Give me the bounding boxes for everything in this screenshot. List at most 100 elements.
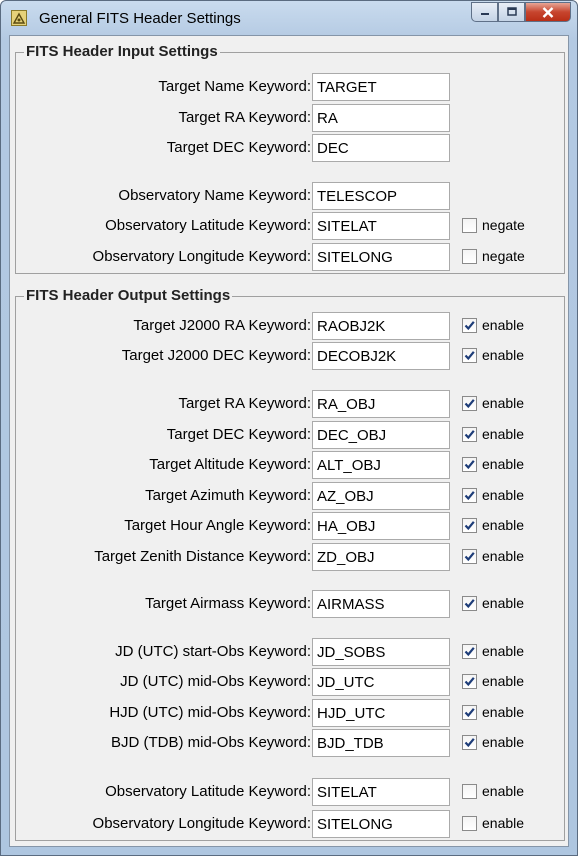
keyword-row: Target DEC Keyword: enable <box>16 421 564 449</box>
target-j2000-dec-label: Target J2000 DEC Keyword: <box>121 347 311 364</box>
keyword-row: Observatory Name Keyword: <box>16 182 564 210</box>
target-j2000-dec-input[interactable] <box>312 342 450 370</box>
close-icon <box>542 6 554 18</box>
target-altitude-enable-label: enable <box>482 456 525 472</box>
jd-utc-mid-obs-enable-checkbox[interactable] <box>462 674 477 689</box>
fits-header-output-settings-group: FITS Header Output Settings Target J2000… <box>15 288 565 841</box>
target-dec-label: Target DEC Keyword: <box>166 139 311 156</box>
checkmark-icon <box>464 430 475 440</box>
target-j2000-ra-label: Target J2000 RA Keyword: <box>133 317 311 334</box>
keyword-row: Target RA Keyword: <box>16 104 564 132</box>
bjd-tdb-mid-obs-enable-label: enable <box>482 734 525 750</box>
jd-utc-mid-obs-input[interactable] <box>312 668 450 696</box>
checkmark-icon <box>464 351 475 361</box>
keyword-row: Target Airmass Keyword: enable <box>16 590 564 618</box>
target-altitude-enable-checkbox[interactable] <box>462 457 477 472</box>
observatory-longitude-enable-label: enable <box>482 815 525 831</box>
observatory-latitude-negate-checkbox[interactable] <box>462 218 477 233</box>
target-dec-input[interactable] <box>312 421 450 449</box>
target-airmass-input[interactable] <box>312 590 450 618</box>
bjd-tdb-mid-obs-enable-checkbox[interactable] <box>462 735 477 750</box>
keyword-row: Target Name Keyword: <box>16 73 564 101</box>
checkmark-icon <box>464 552 475 562</box>
target-j2000-ra-input[interactable] <box>312 312 450 340</box>
target-dec-enable-checkbox[interactable] <box>462 427 477 442</box>
bjd-tdb-mid-obs-label: BJD (TDB) mid-Obs Keyword: <box>110 734 311 751</box>
target-azimuth-input[interactable] <box>312 482 450 510</box>
observatory-latitude-input[interactable] <box>312 778 450 806</box>
target-airmass-enable-checkbox[interactable] <box>462 596 477 611</box>
target-dec-enable-label: enable <box>482 426 525 442</box>
target-ra-label: Target RA Keyword: <box>178 395 311 412</box>
target-name-input[interactable] <box>312 73 450 101</box>
target-dec-input[interactable] <box>312 134 450 162</box>
target-hour-angle-enable-checkbox[interactable] <box>462 518 477 533</box>
jd-utc-mid-obs-label: JD (UTC) mid-Obs Keyword: <box>120 673 311 690</box>
checkmark-icon <box>464 491 475 501</box>
target-dec-label: Target DEC Keyword: <box>166 426 311 443</box>
target-ra-input[interactable] <box>312 104 450 132</box>
window-title: General FITS Header Settings <box>39 10 241 27</box>
hjd-utc-mid-obs-input[interactable] <box>312 699 450 727</box>
bjd-tdb-mid-obs-input[interactable] <box>312 729 450 757</box>
observatory-longitude-input[interactable] <box>312 243 450 271</box>
observatory-latitude-enable-checkbox[interactable] <box>462 784 477 799</box>
target-zenith-distance-enable-checkbox[interactable] <box>462 549 477 564</box>
minimize-button[interactable] <box>471 2 498 22</box>
jd-utc-start-obs-enable-checkbox[interactable] <box>462 644 477 659</box>
target-ra-input[interactable] <box>312 390 450 418</box>
keyword-row: JD (UTC) start-Obs Keyword: enable <box>16 638 564 666</box>
keyword-row: Target Altitude Keyword: enable <box>16 451 564 479</box>
checkmark-icon <box>464 460 475 470</box>
target-hour-angle-input[interactable] <box>312 512 450 540</box>
target-airmass-label: Target Airmass Keyword: <box>145 595 311 612</box>
observatory-longitude-negate-checkbox[interactable] <box>462 249 477 264</box>
keyword-row: Observatory Latitude Keyword: negate <box>16 212 564 240</box>
jd-utc-start-obs-enable-label: enable <box>482 643 525 659</box>
observatory-longitude-input[interactable] <box>312 810 450 838</box>
observatory-latitude-label: Observatory Latitude Keyword: <box>105 217 311 234</box>
observatory-latitude-label: Observatory Latitude Keyword: <box>105 783 311 800</box>
keyword-row: Target RA Keyword: enable <box>16 390 564 418</box>
group-title-output: FITS Header Output Settings <box>24 287 233 304</box>
minimize-icon <box>480 13 489 15</box>
keyword-row: Target Hour Angle Keyword: enable <box>16 512 564 540</box>
dialog-content: FITS Header Input Settings Target Name K… <box>9 35 569 847</box>
jd-utc-start-obs-input[interactable] <box>312 638 450 666</box>
keyword-row: Observatory Latitude Keyword: enable <box>16 778 564 806</box>
keyword-row: Observatory Longitude Keyword: enable <box>16 810 564 838</box>
maximize-button[interactable] <box>498 2 525 22</box>
hjd-utc-mid-obs-label: HJD (UTC) mid-Obs Keyword: <box>109 704 311 721</box>
checkmark-icon <box>464 677 475 687</box>
observatory-latitude-input[interactable] <box>312 212 450 240</box>
target-zenith-distance-input[interactable] <box>312 543 450 571</box>
observatory-longitude-label: Observatory Longitude Keyword: <box>92 815 311 832</box>
target-j2000-dec-enable-checkbox[interactable] <box>462 348 477 363</box>
target-ra-label: Target RA Keyword: <box>178 109 311 126</box>
checkmark-icon <box>464 521 475 531</box>
target-altitude-input[interactable] <box>312 451 450 479</box>
keyword-row: Observatory Longitude Keyword: negate <box>16 243 564 271</box>
group-title-input: FITS Header Input Settings <box>24 43 220 60</box>
observatory-latitude-negate-label: negate <box>482 217 525 233</box>
target-j2000-dec-enable-label: enable <box>482 347 525 363</box>
observatory-longitude-enable-checkbox[interactable] <box>462 816 477 831</box>
target-ra-enable-label: enable <box>482 395 525 411</box>
target-zenith-distance-label: Target Zenith Distance Keyword: <box>94 548 311 565</box>
close-button[interactable] <box>525 2 571 22</box>
target-azimuth-enable-label: enable <box>482 487 525 503</box>
target-name-label: Target Name Keyword: <box>158 78 311 95</box>
observatory-name-input[interactable] <box>312 182 450 210</box>
keyword-row: Target Azimuth Keyword: enable <box>16 482 564 510</box>
checkmark-icon <box>464 321 475 331</box>
target-azimuth-label: Target Azimuth Keyword: <box>145 487 311 504</box>
title-bar[interactable]: General FITS Header Settings <box>1 1 577 35</box>
target-j2000-ra-enable-checkbox[interactable] <box>462 318 477 333</box>
target-hour-angle-enable-label: enable <box>482 517 525 533</box>
target-ra-enable-checkbox[interactable] <box>462 396 477 411</box>
hjd-utc-mid-obs-enable-checkbox[interactable] <box>462 705 477 720</box>
keyword-row: Target J2000 RA Keyword: enable <box>16 312 564 340</box>
target-zenith-distance-enable-label: enable <box>482 548 525 564</box>
target-hour-angle-label: Target Hour Angle Keyword: <box>124 517 311 534</box>
target-azimuth-enable-checkbox[interactable] <box>462 488 477 503</box>
